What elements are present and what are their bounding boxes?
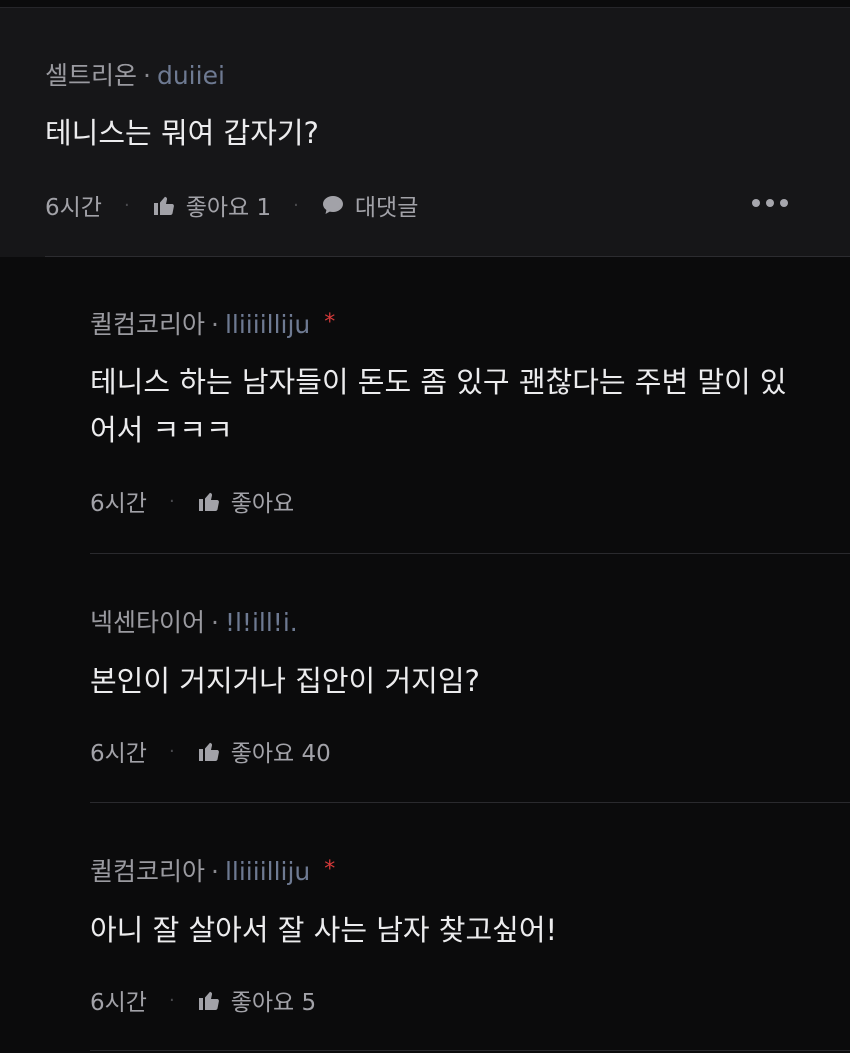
divider [90, 1050, 850, 1051]
reply-author-line: 퀼컴코리아 · lliiiilliju * [90, 305, 335, 341]
author-star-badge: * [324, 310, 336, 335]
divider [90, 802, 850, 803]
user-id: duiiei [156, 61, 225, 90]
timestamp: 6시간 [45, 195, 102, 221]
speech-bubble-icon [322, 196, 343, 214]
like-button[interactable]: 좋아요 [197, 484, 294, 518]
comment-text: 테니스는 뭐여 갑자기? [45, 116, 319, 150]
reply-author-line: 퀼컴코리아 · lliiiilliju * [90, 852, 335, 888]
like-button[interactable]: 좋아요 1 [152, 188, 271, 222]
separator-dot: · [123, 194, 130, 216]
comment-actions: 6시간 · 좋아요 5 [90, 983, 316, 1017]
separator-dot: · [168, 490, 175, 512]
author-star-badge: * [324, 857, 336, 882]
thumbs-up-icon [198, 742, 219, 761]
user-id: lliiiilliju [224, 310, 311, 339]
author-name[interactable]: 셀트리온 [45, 61, 137, 90]
more-dot-icon [780, 199, 788, 207]
reply-author-line: 넥센타이어 · !l!ill!i. [90, 603, 298, 639]
like-button[interactable]: 좋아요 40 [197, 734, 331, 768]
separator-dot: · [143, 61, 151, 90]
comment-text: 본인이 거지거나 집안이 거지임? [90, 664, 480, 698]
user-id: !l!ill!i. [224, 608, 298, 637]
user-id: lliiiilliju [224, 857, 311, 886]
more-dot-icon [766, 199, 774, 207]
divider [90, 553, 850, 554]
more-dot-icon [752, 199, 760, 207]
like-count: 좋아요 40 [230, 741, 331, 767]
timestamp: 6시간 [90, 491, 147, 517]
comment-actions: 6시간 · 좋아요 [90, 484, 294, 518]
divider [45, 256, 850, 257]
comment-actions: 6시간 · 좋아요 1 · 대댓글 [45, 188, 418, 222]
thumbs-up-icon [198, 991, 219, 1010]
author-name[interactable]: 넥센타이어 [90, 608, 205, 637]
like-count: 좋아요 [230, 491, 295, 517]
like-count: 좋아요 1 [185, 195, 272, 221]
separator-dot: · [293, 194, 299, 216]
more-options-button[interactable] [752, 193, 792, 213]
separator-dot: · [168, 740, 175, 762]
thumbs-up-icon [153, 196, 174, 215]
separator-dot: · [211, 857, 219, 886]
like-count: 좋아요 5 [230, 990, 317, 1016]
comment-text: 아니 잘 살아서 잘 사는 남자 찾고싶어! [90, 913, 558, 947]
reply-label: 대댓글 [354, 195, 419, 221]
timestamp: 6시간 [90, 990, 147, 1016]
reply-button[interactable]: 대댓글 [321, 188, 418, 222]
timestamp: 6시간 [90, 741, 147, 767]
separator-dot: · [211, 310, 219, 339]
parent-author-line: 셀트리온 · duiiei [45, 56, 225, 92]
author-name[interactable]: 퀼컴코리아 [90, 857, 205, 886]
comment-text: 테니스 하는 남자들이 돈도 좀 있구 괜찮다는 주변 말이 있어서 ㅋㅋㅋ [90, 365, 787, 447]
separator-dot: · [168, 989, 175, 1011]
like-button[interactable]: 좋아요 5 [197, 983, 316, 1017]
author-name[interactable]: 퀼컴코리아 [90, 310, 205, 339]
comment-actions: 6시간 · 좋아요 40 [90, 734, 331, 768]
thumbs-up-icon [198, 492, 219, 511]
separator-dot: · [211, 608, 219, 637]
